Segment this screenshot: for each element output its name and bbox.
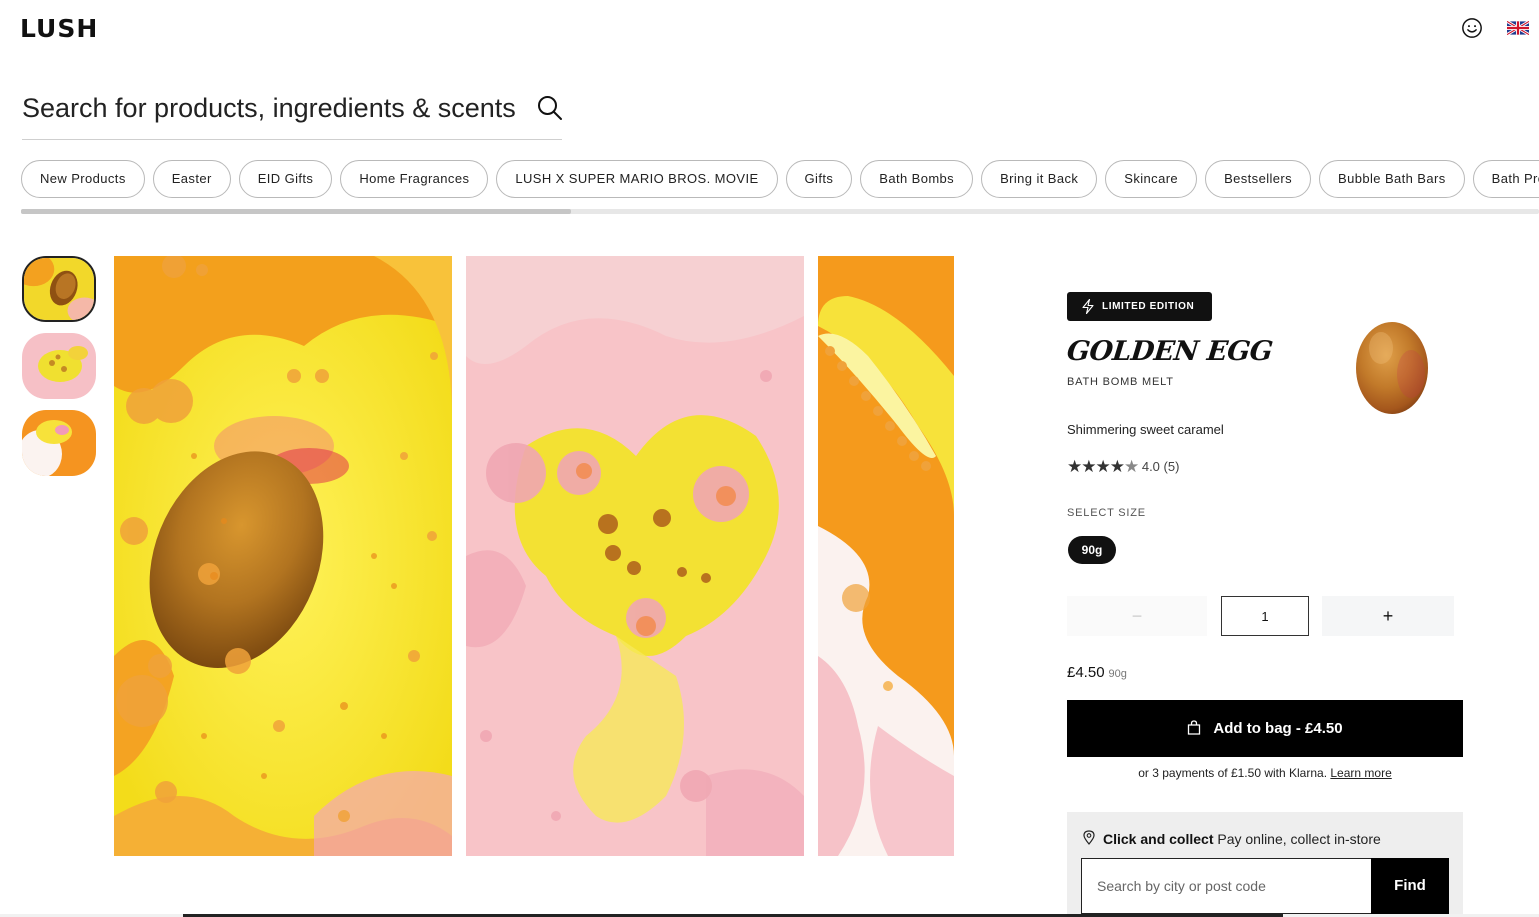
collect-title-rest: Pay online, collect in-store	[1217, 831, 1381, 847]
product-type: BATH BOMB MELT	[1067, 376, 1174, 388]
lightning-bolt-icon	[1082, 299, 1094, 314]
add-to-bag-button[interactable]: Add to bag - £4.50	[1067, 700, 1463, 757]
thumbnail-orange-pink-foam[interactable]	[22, 410, 96, 476]
search-input[interactable]	[22, 90, 522, 126]
chip-bath-products[interactable]: Bath Products	[1472, 160, 1539, 198]
quantity-decrease-button[interactable]: −	[1067, 596, 1207, 636]
klarna-text: or 3 payments of £1.50 with Klarna.	[1138, 766, 1328, 780]
chip-scrollbar[interactable]	[21, 209, 1539, 214]
uk-flag-icon[interactable]	[1507, 21, 1529, 35]
click-and-collect-title: Click and collect Pay online, collect in…	[1103, 831, 1381, 847]
chip-skincare[interactable]: Skincare	[1105, 160, 1198, 198]
chip-new-products[interactable]: New Products	[21, 160, 145, 198]
quantity-input[interactable]	[1221, 596, 1309, 636]
product-rating[interactable]: ★★★★★ 4.0 (5)	[1067, 457, 1179, 477]
gallery-image-orange-pink-foam	[818, 256, 954, 856]
size-option-90g[interactable]: 90g	[1068, 536, 1116, 564]
product-tagline: Shimmering sweet caramel	[1067, 422, 1224, 437]
klarna-learn-more-link[interactable]: Learn more	[1330, 766, 1391, 780]
find-store-button[interactable]: Find	[1371, 858, 1449, 914]
chip-bring-it-back[interactable]: Bring it Back	[981, 160, 1098, 198]
gallery-image-yellow-pink-foam	[466, 256, 804, 856]
chip-bubble-bath-bars[interactable]: Bubble Bath Bars	[1319, 160, 1465, 198]
price-row: £4.50 90g	[1067, 664, 1127, 681]
bag-icon	[1188, 720, 1201, 735]
add-to-bag-label: Add to bag - £4.50	[1213, 720, 1343, 737]
smiley-face-icon[interactable]	[1461, 17, 1483, 39]
gallery-image-golden-egg	[114, 256, 452, 856]
search-bar	[22, 84, 562, 140]
price-unit: 90g	[1108, 668, 1127, 680]
search-icon[interactable]	[536, 94, 564, 122]
chip-super-mario[interactable]: LUSH X SUPER MARIO BROS. MOVIE	[496, 160, 778, 198]
thumbnail-yellow-pink-foam[interactable]	[22, 333, 96, 399]
collect-title-bold: Click and collect	[1103, 831, 1214, 847]
category-chip-list: New Products Easter EID Gifts Home Fragranc…	[21, 160, 1539, 198]
rating-text: 4.0 (5)	[1141, 459, 1180, 474]
product-image-golden-egg	[1356, 322, 1428, 414]
city-postcode-input[interactable]	[1081, 858, 1371, 914]
product-name: GOLDEN EGG	[1065, 336, 1274, 367]
chip-easter[interactable]: Easter	[152, 160, 231, 198]
chip-bestsellers[interactable]: Bestsellers	[1205, 160, 1312, 198]
klarna-info: or 3 payments of £1.50 with Klarna. Lear…	[1067, 766, 1463, 780]
thumbnail-golden-egg[interactable]	[22, 256, 96, 322]
chip-scrollbar-thumb[interactable]	[21, 209, 571, 214]
rating-stars-icon: ★★★★★	[1067, 457, 1139, 476]
limited-edition-badge: LIMITED EDITION	[1067, 292, 1212, 321]
quantity-increase-button[interactable]: +	[1322, 596, 1454, 636]
price: £4.50	[1067, 664, 1105, 681]
chip-gifts[interactable]: Gifts	[785, 160, 853, 198]
size-label: SELECT SIZE	[1067, 507, 1146, 519]
badge-label: LIMITED EDITION	[1102, 301, 1195, 312]
chip-bath-bombs[interactable]: Bath Bombs	[860, 160, 974, 198]
chip-home-fragrances[interactable]: Home Fragrances	[340, 160, 489, 198]
chip-eid-gifts[interactable]: EID Gifts	[238, 160, 333, 198]
location-pin-icon	[1083, 830, 1095, 845]
lush-logo[interactable]: LUSH	[20, 14, 98, 43]
click-and-collect-panel: Click and collect Pay online, collect in…	[1067, 812, 1463, 917]
